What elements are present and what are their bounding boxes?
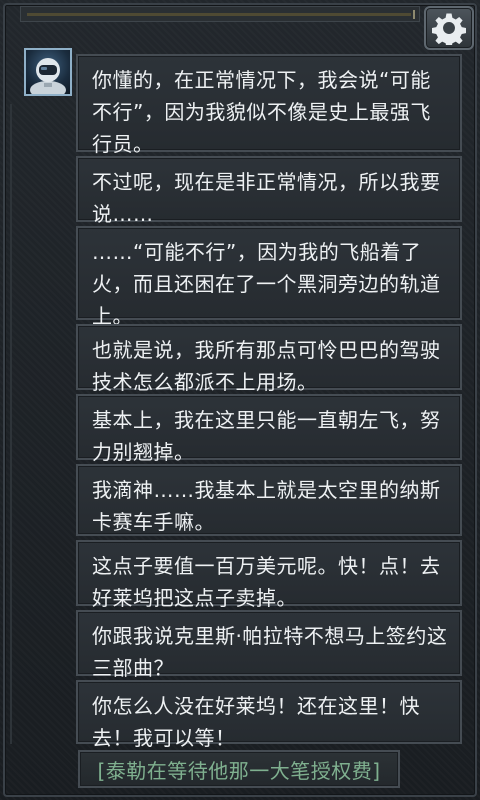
dialogue-bubble: 基本上，我在这里只能一直朝左飞，努力别翘掉。	[76, 394, 462, 464]
avatar	[24, 48, 72, 96]
dialogue-bubble: ……“可能不行”，因为我的飞船着了火，而且还困在了一个黑洞旁边的轨道上。	[76, 226, 462, 328]
dialogue-bubble: 你怎么人没在好莱坞！还在这里！快去！我可以等！	[76, 680, 462, 750]
app-frame: 你懂的，在正常情况下，我会说“可能不行”，因为我貌似不像是史上最强飞行员。 不过…	[0, 0, 480, 800]
dialogue-bubble: 你懂的，在正常情况下，我会说“可能不行”，因为我貌似不像是史上最强飞行员。	[76, 54, 462, 156]
astronaut-helmet-icon	[30, 58, 66, 94]
frame-rail	[10, 104, 12, 744]
settings-button[interactable]	[424, 6, 474, 50]
progress-track	[27, 13, 411, 16]
dialogue-bubble: 这点子要值一百万美元呢。快！点！去好莱坞把这点子卖掉。	[76, 540, 462, 610]
progress-tick	[413, 10, 415, 19]
progress-bar	[20, 6, 420, 22]
status-message: [泰勒在等待他那一大笔授权费]	[78, 750, 400, 788]
dialogue-bubble: 不过呢，现在是非正常情况，所以我要说……	[76, 156, 462, 226]
gear-icon	[432, 13, 466, 45]
dialogue-bubble: 你跟我说克里斯·帕拉特不想马上签约这三部曲？	[76, 610, 462, 680]
dialogue-bubble: 也就是说，我所有那点可怜巴巴的驾驶技术怎么都派不上用场。	[76, 324, 462, 394]
dialogue-bubble: 我滴神……我基本上就是太空里的纳斯卡赛车手嘛。	[76, 464, 462, 536]
